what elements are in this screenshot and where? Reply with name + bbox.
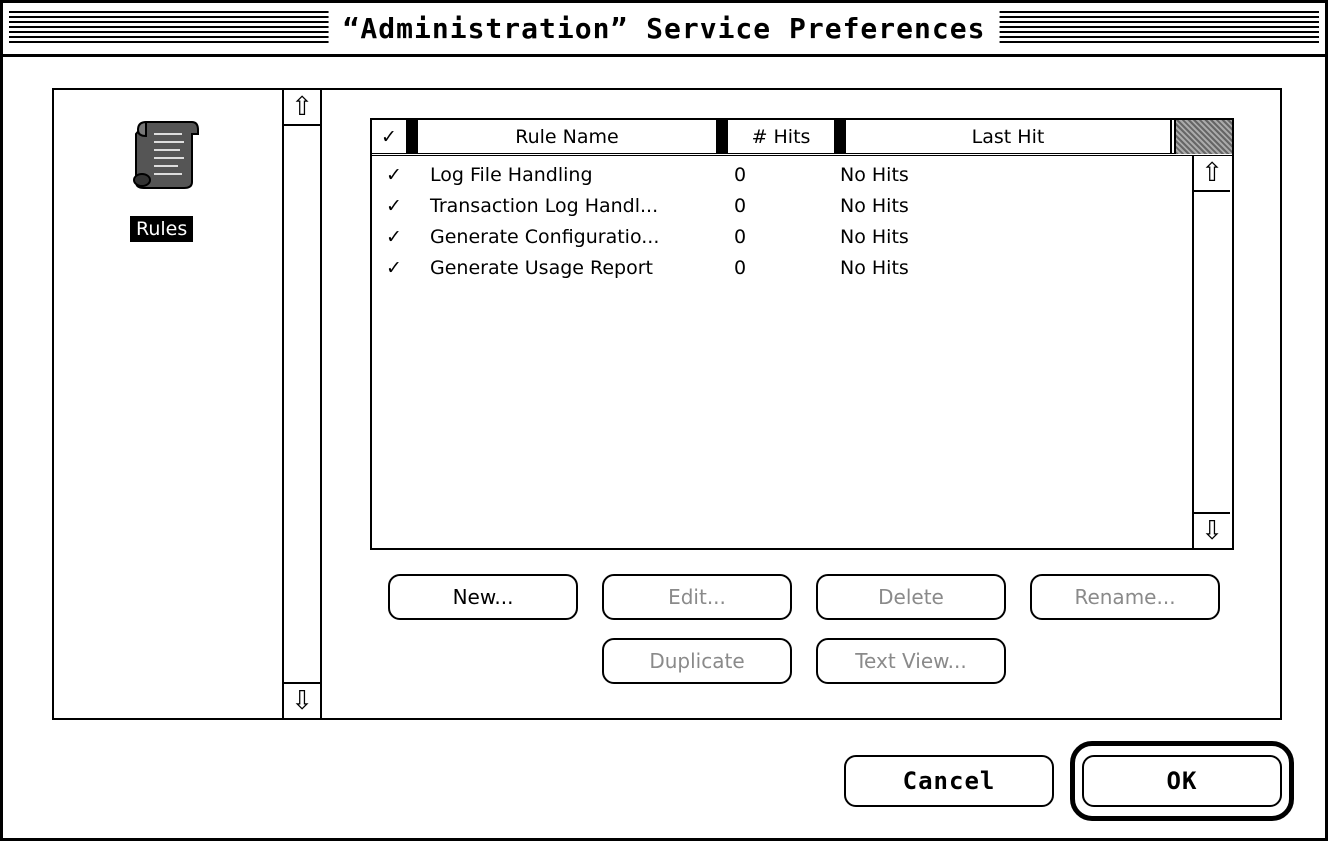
rule-name: Generate Configuratio... [430, 226, 660, 248]
new-button[interactable]: New... [388, 574, 578, 620]
rule-category-list: Rules [54, 90, 282, 718]
scroll-icon[interactable] [130, 118, 202, 190]
rule-name: Generate Usage Report [430, 257, 653, 279]
table-row[interactable]: ✓ Log File Handling 0 No Hits [372, 164, 1190, 195]
scroll-up-icon[interactable]: ⇧ [1194, 156, 1230, 192]
table-row[interactable]: ✓ Generate Configuratio... 0 No Hits [372, 226, 1190, 257]
rule-last-hit: No Hits [840, 226, 909, 248]
rule-hits: 0 [734, 195, 747, 217]
table-scrollbar[interactable]: ⇧ ⇩ [1192, 156, 1232, 548]
rule-hits: 0 [734, 226, 747, 248]
window-title: “Administration” Service Preferences [328, 6, 1000, 51]
delete-button[interactable]: Delete [816, 574, 1006, 620]
category-scrollbar[interactable]: ⇧ ⇩ [282, 90, 322, 718]
scroll-down-icon[interactable]: ⇩ [284, 682, 320, 718]
sidebar-item-rules[interactable]: Rules [130, 216, 194, 242]
duplicate-button[interactable]: Duplicate [602, 638, 792, 684]
cancel-button[interactable]: Cancel [844, 755, 1054, 807]
content-panel: Rules ⇧ ⇩ ✓ Rule Name # Hits Last Hit ✓ … [52, 88, 1282, 720]
rule-last-hit: No Hits [840, 195, 909, 217]
title-bar[interactable]: “Administration” Service Preferences [3, 3, 1325, 57]
rule-name: Log File Handling [430, 164, 593, 186]
edit-button[interactable]: Edit... [602, 574, 792, 620]
column-header-last-hit[interactable]: Last Hit [846, 120, 1172, 154]
scroll-up-icon[interactable]: ⇧ [284, 90, 320, 126]
rule-last-hit: No Hits [840, 164, 909, 186]
enabled-check-icon[interactable]: ✓ [386, 164, 402, 186]
table-row[interactable]: ✓ Generate Usage Report 0 No Hits [372, 257, 1190, 288]
column-divider[interactable] [836, 120, 846, 154]
ok-button[interactable]: OK [1082, 755, 1282, 807]
enabled-check-icon[interactable]: ✓ [386, 226, 402, 248]
column-divider[interactable] [718, 120, 728, 154]
table-body: ✓ Log File Handling 0 No Hits ✓ Transact… [372, 164, 1190, 288]
column-header-enabled[interactable]: ✓ [372, 120, 408, 154]
table-row[interactable]: ✓ Transaction Log Handl... 0 No Hits [372, 195, 1190, 226]
rule-hits: 0 [734, 257, 747, 279]
column-header-hits[interactable]: # Hits [728, 120, 836, 154]
enabled-check-icon[interactable]: ✓ [386, 257, 402, 279]
header-corner [1174, 120, 1232, 154]
table-header: ✓ Rule Name # Hits Last Hit [372, 120, 1232, 156]
rename-button[interactable]: Rename... [1030, 574, 1220, 620]
enabled-check-icon[interactable]: ✓ [386, 195, 402, 217]
rule-name: Transaction Log Handl... [430, 195, 659, 217]
column-header-rule-name[interactable]: Rule Name [418, 120, 718, 154]
text-view-button[interactable]: Text View... [816, 638, 1006, 684]
scroll-down-icon[interactable]: ⇩ [1194, 512, 1230, 548]
rules-table: ✓ Rule Name # Hits Last Hit ✓ Log File H… [370, 118, 1234, 550]
column-divider[interactable] [408, 120, 418, 154]
rule-last-hit: No Hits [840, 257, 909, 279]
rule-hits: 0 [734, 164, 747, 186]
